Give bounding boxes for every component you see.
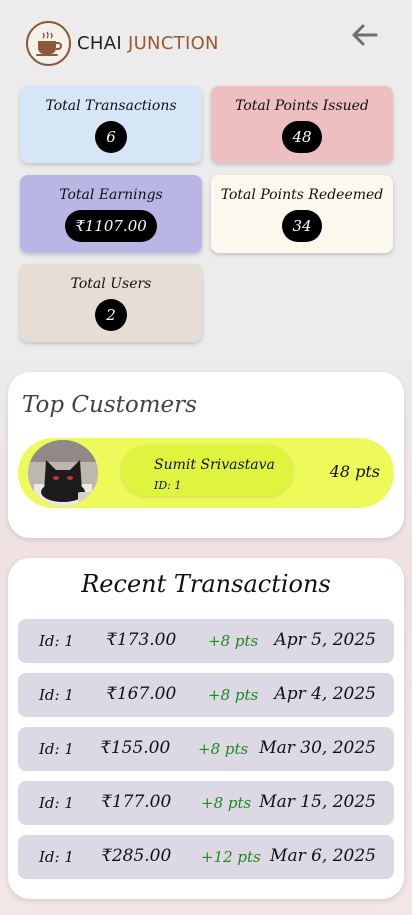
transaction-points: +8 pts [208,632,259,650]
brand-name-part1: CHAI [77,33,122,54]
transaction-points: +8 pts [198,740,249,758]
stat-label: Total Users [70,276,152,292]
stat-card-total-points-issued: Total Points Issued 48 [211,86,393,163]
transaction-id: Id: 1 [39,740,74,758]
stat-label: Total Transactions [45,98,177,114]
stat-value: 48 [282,121,322,153]
customer-name: Sumit Srivastava [154,457,275,473]
transaction-points: +12 pts [201,848,261,866]
stat-value: 6 [95,121,127,153]
stat-value: 34 [282,210,322,242]
stats-panel: Total Transactions 6 Total Points Issued… [0,80,412,362]
transaction-date: Mar 30, 2025 [259,738,376,758]
top-customer-row[interactable]: Sumit Srivastava ID: 1 48 pts [18,438,394,508]
coffee-cup-icon [26,21,71,66]
stat-card-total-users: Total Users 2 [20,264,202,342]
stat-label: Total Points Redeemed [220,187,384,203]
transaction-date: Mar 6, 2025 [270,846,376,866]
transaction-id: Id: 1 [39,848,74,866]
section-title: Top Customers [22,392,197,418]
stat-label: Total Earnings [59,187,163,203]
stat-card-total-transactions: Total Transactions 6 [20,86,202,163]
transaction-amount: ₹173.00 [106,630,177,650]
transaction-points: +8 pts [201,794,252,812]
transaction-date: Apr 5, 2025 [274,630,376,650]
transaction-amount: ₹177.00 [101,792,172,812]
stat-card-total-earnings: Total Earnings ₹1107.00 [20,175,202,253]
top-customers-card: Top Customers Sumit Srivastava ID: 1 48 … [8,372,404,538]
transaction-row[interactable]: Id: 1 ₹285.00 +12 pts Mar 6, 2025 [18,835,394,879]
transaction-row[interactable]: Id: 1 ₹155.00 +8 pts Mar 30, 2025 [18,727,394,771]
stat-card-total-points-redeemed: Total Points Redeemed 34 [211,175,393,253]
transaction-points: +8 pts [208,686,259,704]
brand-name-part2: JUNCTION [127,33,219,54]
transaction-date: Apr 4, 2025 [274,684,376,704]
transaction-amount: ₹285.00 [101,846,172,866]
transaction-amount: ₹155.00 [100,738,171,758]
customer-points: 48 pts [329,462,380,481]
recent-transactions-card: Recent Transactions Id: 1 ₹173.00 +8 pts… [8,558,404,899]
transaction-row[interactable]: Id: 1 ₹167.00 +8 pts Apr 4, 2025 [18,673,394,717]
transaction-id: Id: 1 [39,686,74,704]
brand-name: CHAI JUNCTION [77,33,219,54]
transaction-amount: ₹167.00 [106,684,177,704]
customer-id: ID: 1 [154,479,182,492]
stat-value: ₹1107.00 [65,210,157,242]
section-title: Recent Transactions [81,570,331,598]
transaction-row[interactable]: Id: 1 ₹173.00 +8 pts Apr 5, 2025 [18,619,394,663]
stat-label: Total Points Issued [235,98,369,114]
transaction-date: Mar 15, 2025 [259,792,376,812]
transaction-row[interactable]: Id: 1 ₹177.00 +8 pts Mar 15, 2025 [18,781,394,825]
stat-value: 2 [95,299,127,331]
back-button[interactable] [348,20,380,50]
arrow-left-icon [352,24,378,46]
transaction-id: Id: 1 [39,632,74,650]
customer-info: Sumit Srivastava ID: 1 [121,445,293,496]
app-header: CHAI JUNCTION [0,0,412,80]
transaction-id: Id: 1 [39,794,74,812]
avatar [28,440,98,506]
